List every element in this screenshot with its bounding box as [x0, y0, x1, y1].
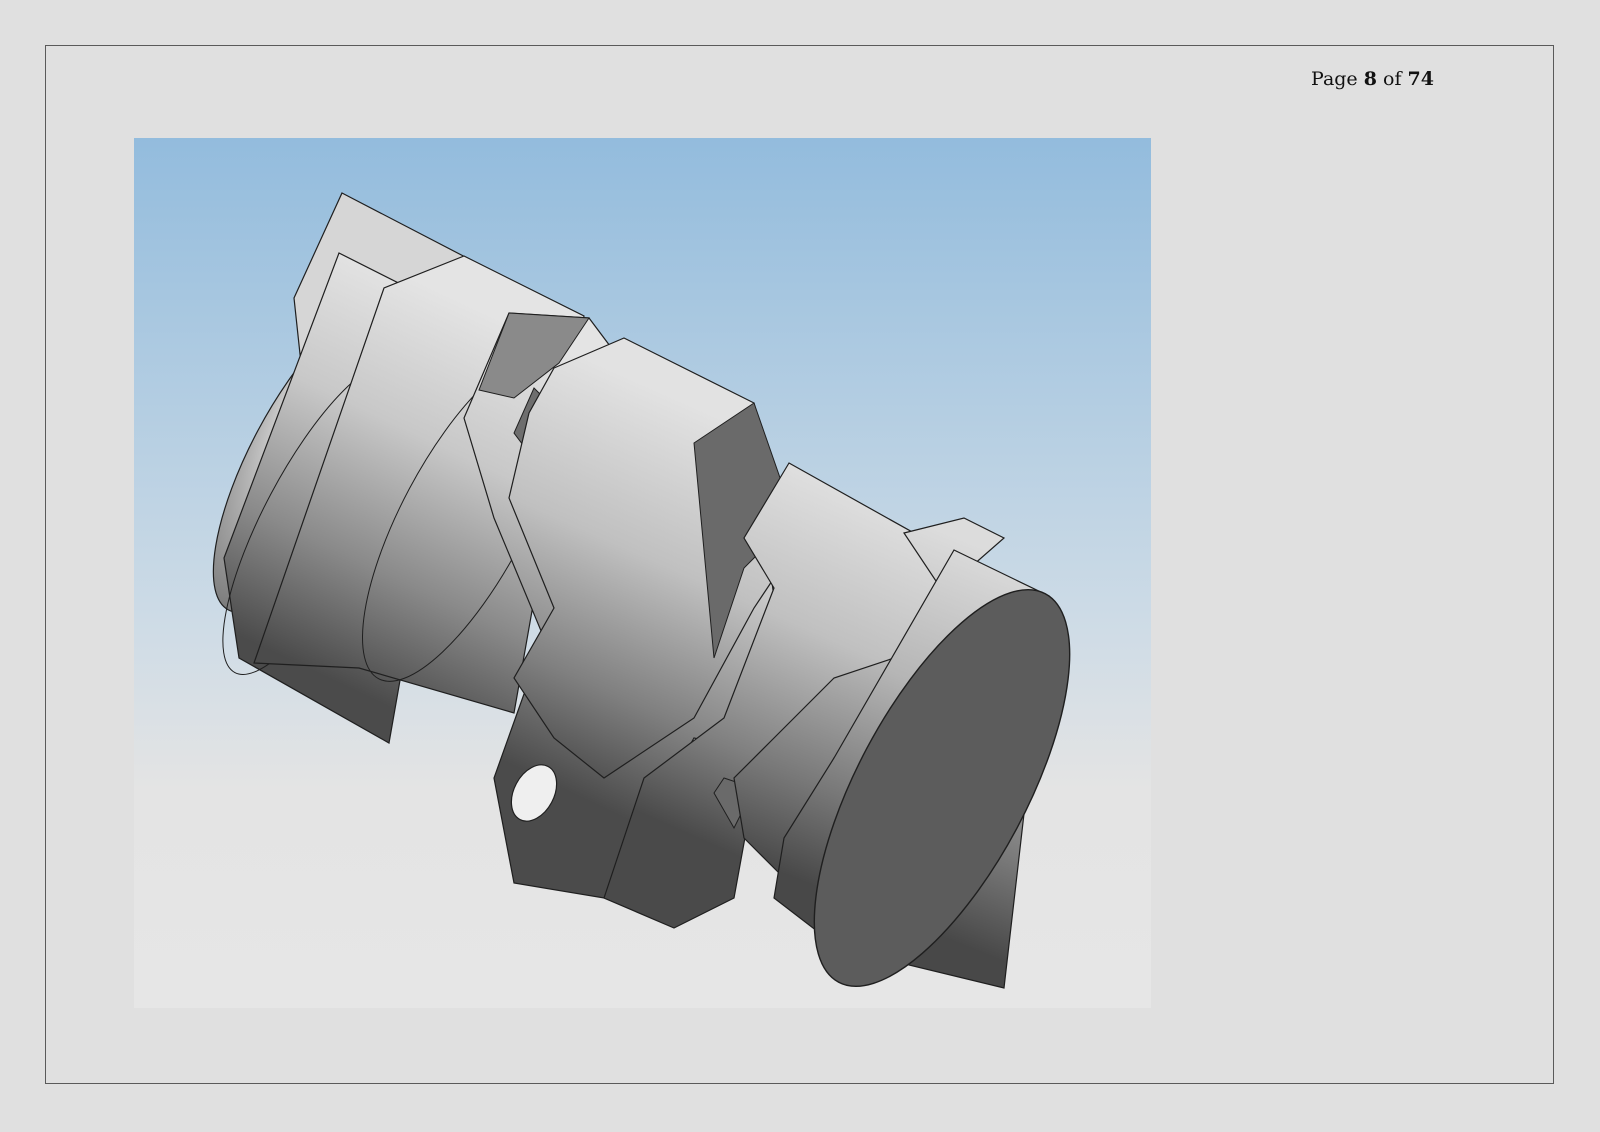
- total-page-count: 74: [1407, 68, 1434, 90]
- page-label: Page: [1311, 68, 1358, 90]
- cad-render-figure: [134, 138, 1151, 1008]
- page-of-label: of: [1383, 68, 1402, 90]
- current-page-number: 8: [1363, 68, 1377, 90]
- page-number: Page 8 of 74: [1311, 68, 1434, 90]
- cad-render-image: [134, 138, 1151, 1008]
- document-page: Page 8 of 74: [45, 45, 1554, 1084]
